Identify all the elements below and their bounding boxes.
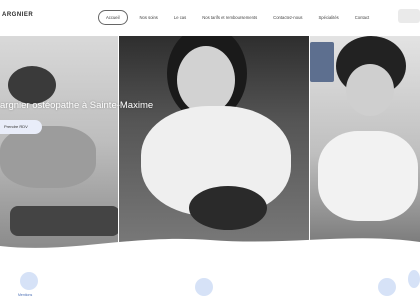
language-badge[interactable]: [398, 9, 420, 23]
nav-item-cas[interactable]: Le cas: [174, 15, 186, 20]
hero-photo-right: [310, 36, 420, 250]
nav-item-tarifs[interactable]: Nos tarifs et remboursements: [202, 15, 257, 20]
nav-item-contactez[interactable]: Contactez-nous: [273, 15, 302, 20]
hero-section: argnier ostéopathe à Sainte-Maxime Prend…: [0, 36, 420, 250]
nav-item-specialites[interactable]: Spécialités: [319, 15, 339, 20]
decorative-dot: [20, 272, 38, 290]
hair-shape: [8, 66, 56, 104]
decorative-dot: [195, 278, 213, 296]
body-shape: [0, 126, 96, 188]
hero-photo-center: [119, 36, 309, 250]
appointment-button[interactable]: Prendre RDV: [0, 120, 42, 134]
footer-link[interactable]: Mentions: [18, 293, 32, 297]
site-logo[interactable]: ARGNIER: [2, 12, 33, 18]
uniform-shape: [318, 131, 418, 221]
nav-item-contact[interactable]: Contact: [355, 15, 369, 20]
hero-wave-divider: [0, 238, 420, 250]
hero-title: argnier ostéopathe à Sainte-Maxime: [0, 100, 154, 111]
patient-head-shape: [189, 186, 267, 230]
decorative-dot: [408, 270, 420, 288]
site-header: ARGNIER Accueil Nos soins Le cas Nos tar…: [0, 0, 420, 36]
nav-item-soins[interactable]: Nos soins: [140, 15, 158, 20]
table-shape: [10, 206, 118, 236]
face-shape: [346, 64, 394, 116]
nav-item-accueil[interactable]: Accueil: [98, 9, 128, 25]
main-nav: Accueil Nos soins Le cas Nos tarifs et r…: [98, 9, 385, 25]
wall-picture: [310, 42, 334, 82]
hero-photo-left: [0, 36, 118, 250]
decorative-dot: [378, 278, 396, 296]
face-shape: [177, 46, 235, 114]
